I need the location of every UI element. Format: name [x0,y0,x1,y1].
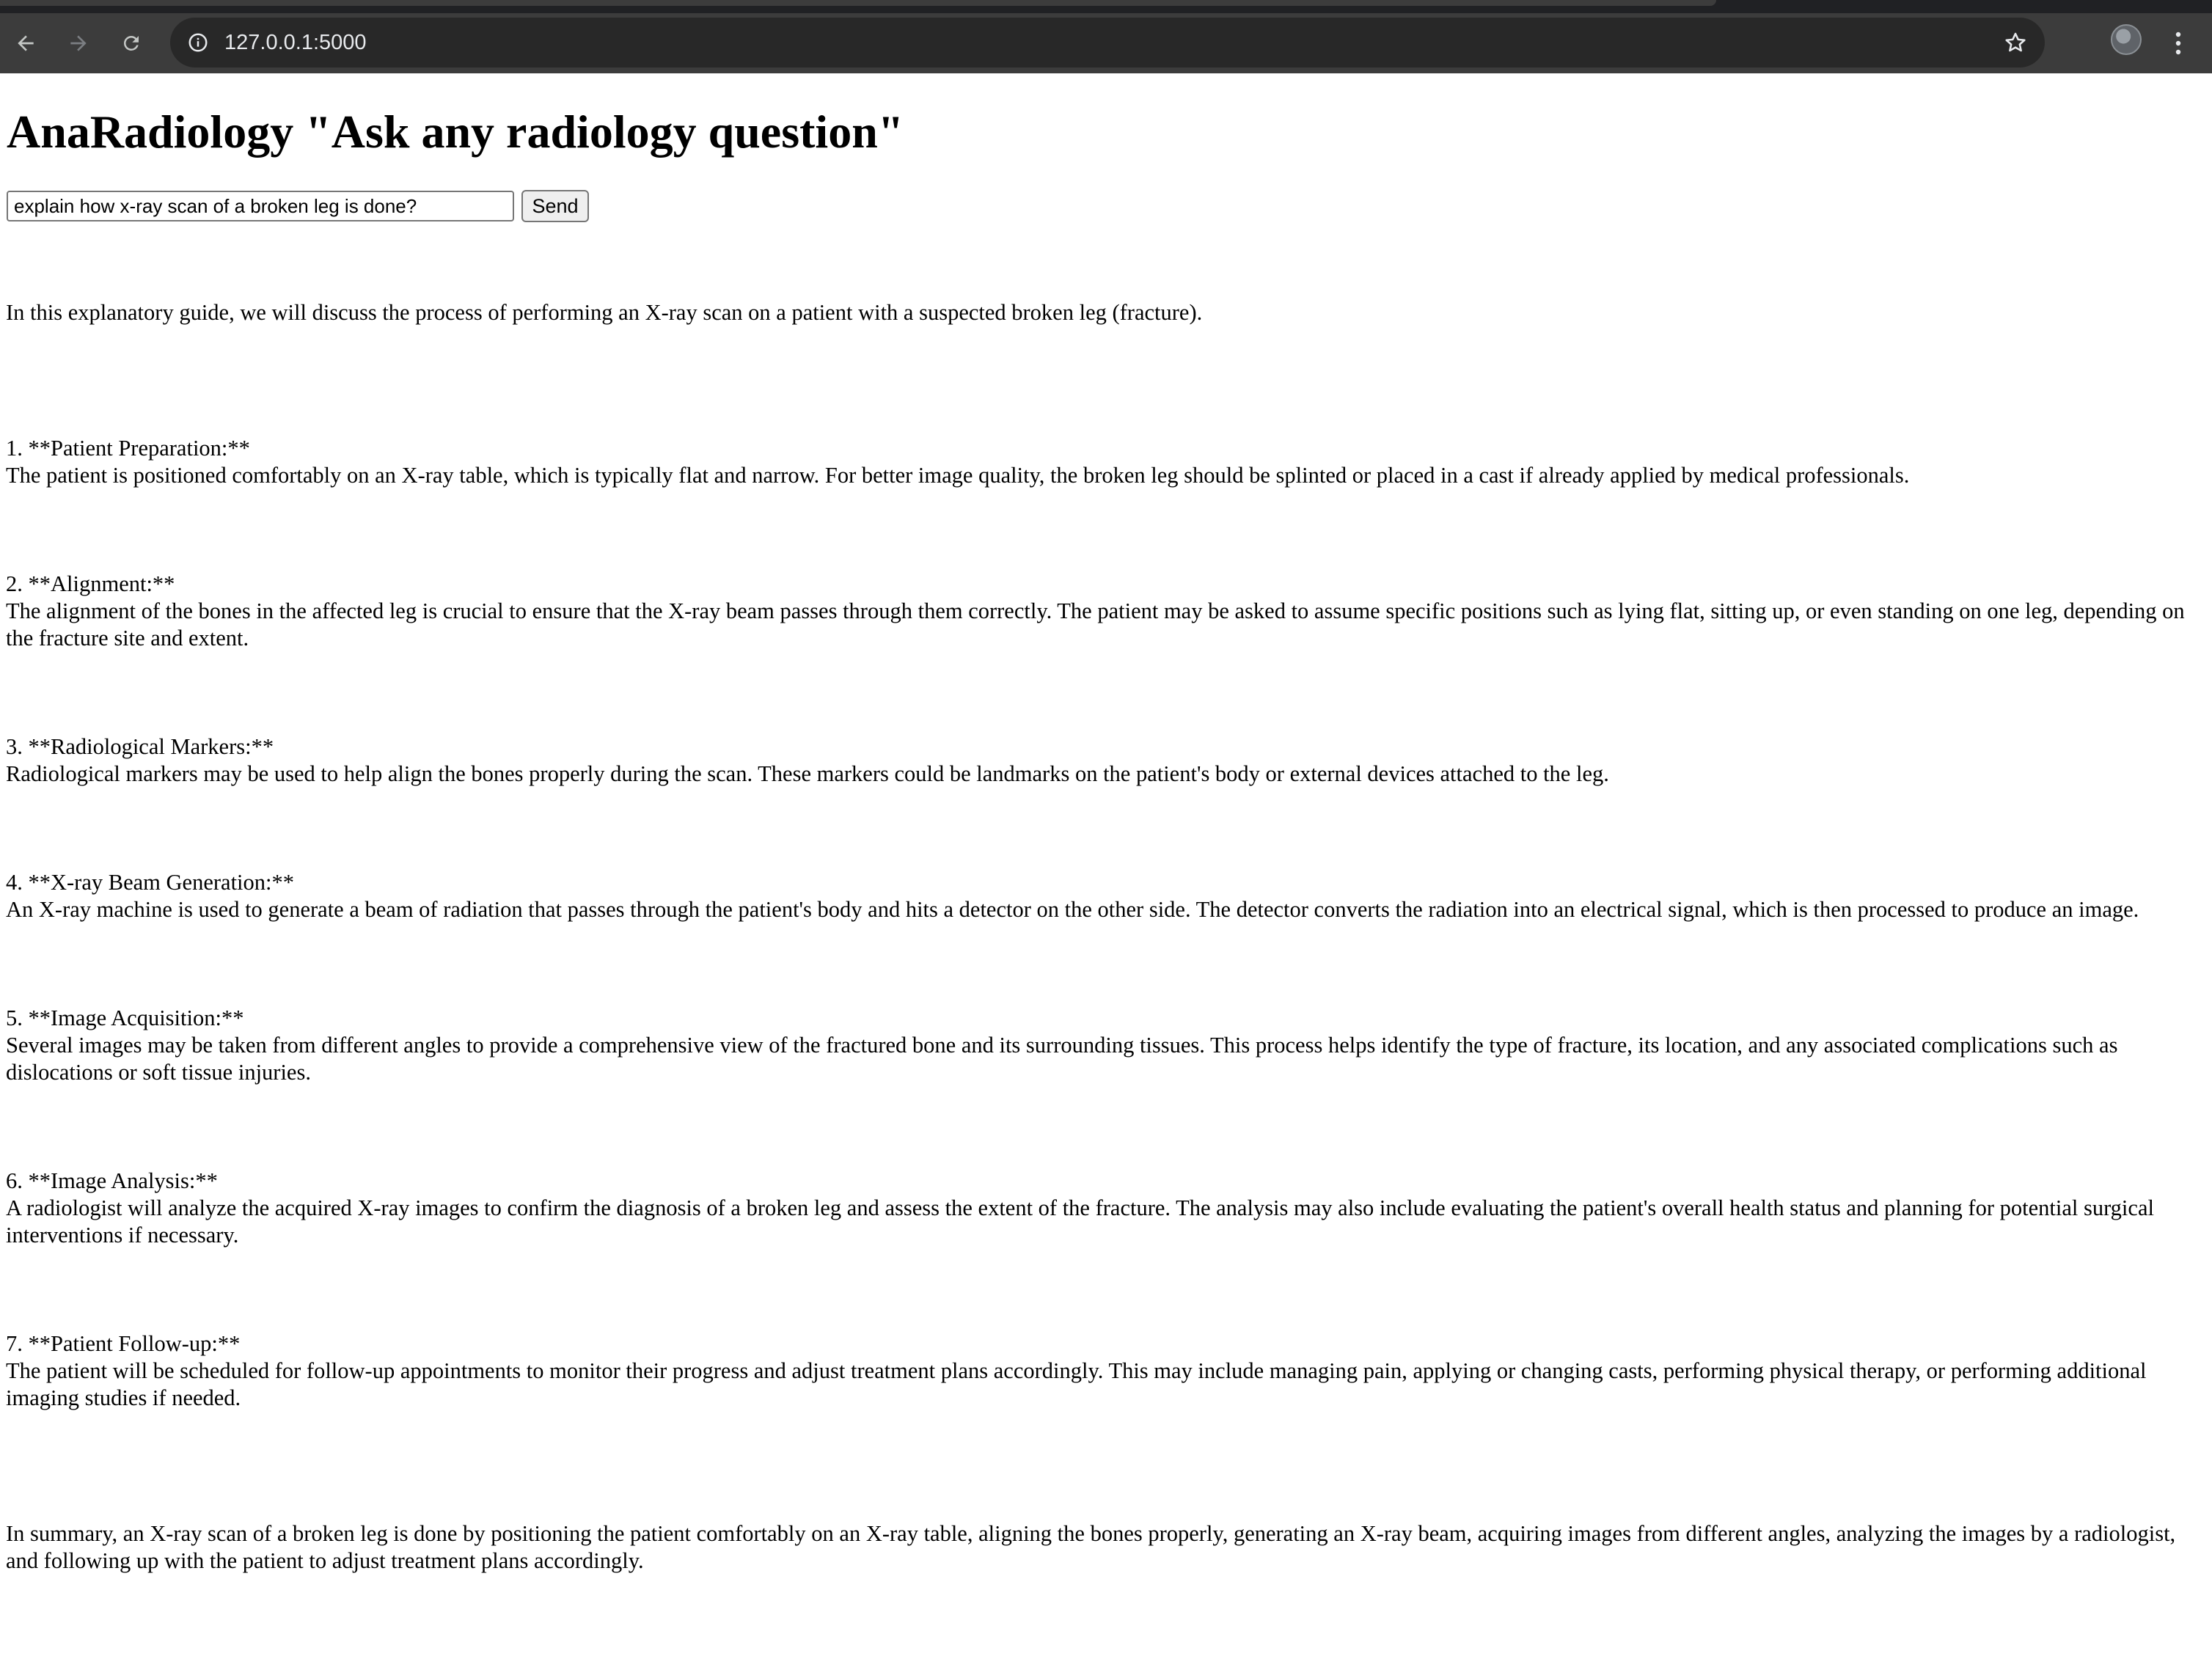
answer-step-2: 2. **Alignment:** The alignment of the b… [6,571,2203,652]
url-text[interactable]: 127.0.0.1:5000 [224,18,367,67]
step-body: Radiological markers may be used to help… [6,761,1609,786]
arrow-right-icon [70,35,87,51]
address-bar[interactable]: 127.0.0.1:5000 [170,18,2045,67]
reload-icon [123,35,139,51]
answer-step-3: 3. **Radiological Markers:** Radiologica… [6,733,2203,788]
step-body: The alignment of the bones in the affect… [6,598,2185,651]
send-button[interactable]: Send [521,190,589,222]
step-body: The patient will be scheduled for follow… [6,1358,2147,1410]
profile-avatar[interactable] [2111,24,2142,55]
reload-button[interactable] [111,23,151,63]
answer-step-1: 1. **Patient Preparation:** The patient … [6,435,2203,489]
answer-step-7: 7. **Patient Follow-up:** The patient wi… [6,1330,2203,1412]
step-body: An X-ray machine is used to generate a b… [6,897,2139,922]
answer-step-6: 6. **Image Analysis:** A radiologist wil… [6,1168,2203,1249]
step-heading: 7. **Patient Follow-up:** [6,1331,241,1356]
step-body: A radiologist will analyze the acquired … [6,1195,2154,1248]
page-title: AnaRadiology "Ask any radiology question… [7,106,904,158]
step-heading: 1. **Patient Preparation:** [6,436,250,461]
step-heading: 4. **X-ray Beam Generation:** [6,870,294,895]
page-content: AnaRadiology "Ask any radiology question… [0,73,2212,1573]
vertical-dots-icon[interactable] [2162,23,2194,63]
question-input[interactable] [7,191,514,221]
answer-intro: In this explanatory guide, we will discu… [6,300,1203,325]
answer-step-5: 5. **Image Acquisition:** Several images… [6,1005,2203,1086]
info-circle-icon[interactable] [183,28,213,57]
step-heading: 2. **Alignment:** [6,571,175,596]
arrow-left-icon [18,35,34,51]
step-heading: 6. **Image Analysis:** [6,1168,218,1193]
answer-summary: In summary, an X-ray scan of a broken le… [6,1521,2176,1573]
star-outline-icon[interactable] [1999,26,2032,59]
back-button[interactable] [6,23,45,63]
answer-text: In this explanatory guide, we will discu… [6,245,2203,1656]
step-heading: 5. **Image Acquisition:** [6,1005,244,1030]
step-body: The patient is positioned comfortably on… [6,463,1910,488]
browser-chrome: 127.0.0.1:5000 [0,0,2212,73]
step-body: Several images may be taken from differe… [6,1033,2118,1085]
step-heading: 3. **Radiological Markers:** [6,734,274,759]
browser-toolbar: 127.0.0.1:5000 [0,13,2212,73]
answer-step-4: 4. **X-ray Beam Generation:** An X-ray m… [6,869,2203,923]
active-tab[interactable] [0,0,1716,6]
forward-button[interactable] [59,23,98,63]
